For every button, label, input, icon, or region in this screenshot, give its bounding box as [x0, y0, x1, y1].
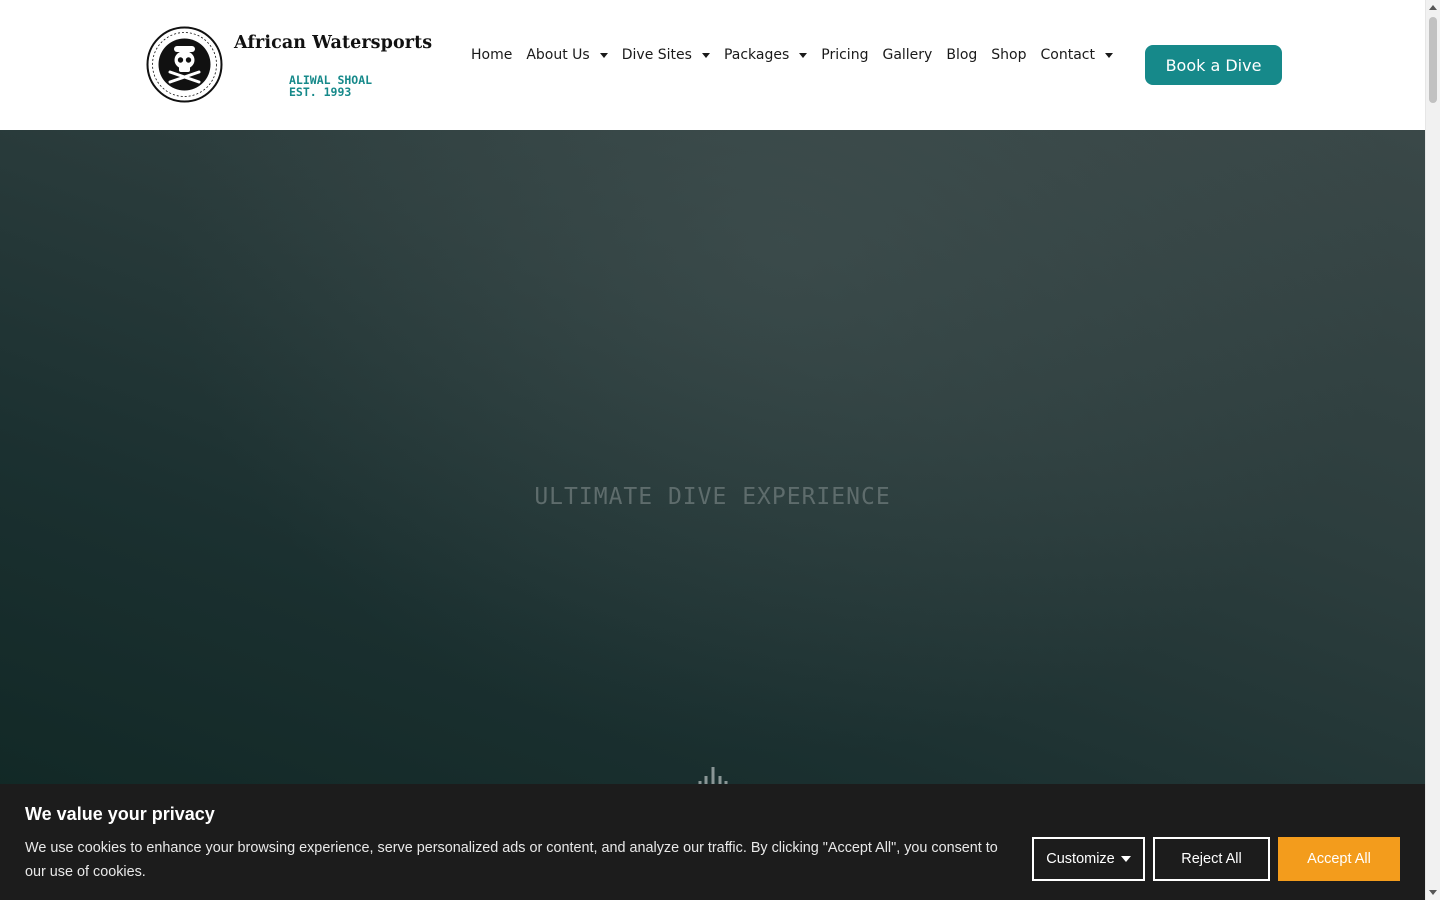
nav-label: Contact [1040, 47, 1095, 63]
nav-label: Shop [991, 47, 1027, 63]
nav-label: Blog [946, 47, 978, 63]
nav-label: Pricing [821, 47, 869, 63]
nav-item-pricing[interactable]: Pricing [821, 47, 868, 63]
nav-label: Packages [723, 47, 790, 63]
caret-down-icon[interactable] [701, 52, 710, 58]
caret-down-icon[interactable] [599, 52, 608, 58]
hero-tagline: ULTIMATE DIVE EXPERIENCE [534, 484, 891, 510]
scroll-down-arrow-icon[interactable] [1429, 890, 1437, 895]
main-nav: Home About Us Dive Sites Packages Pricin… [471, 44, 1127, 66]
nav-item-blog[interactable]: Blog [946, 47, 977, 63]
reject-all-button[interactable]: Reject All [1153, 837, 1270, 881]
site-header: African Watersports ALIWAL SHOAL EST. 19… [0, 0, 1425, 130]
scrollbar-thumb[interactable] [1429, 17, 1437, 103]
customize-button[interactable]: Customize [1032, 837, 1145, 881]
caret-down-icon[interactable] [799, 52, 808, 58]
page-scrollbar[interactable] [1425, 0, 1440, 900]
nav-item-about-us[interactable]: About Us [526, 47, 608, 63]
scroll-up-arrow-icon[interactable] [1429, 5, 1437, 10]
nav-label: Home [471, 47, 513, 63]
nav-item-dive-sites[interactable]: Dive Sites [622, 47, 710, 63]
cookie-consent-banner: We value your privacy We use cookies to … [0, 784, 1425, 900]
nav-item-packages[interactable]: Packages [723, 47, 808, 63]
nav-item-shop[interactable]: Shop [991, 47, 1026, 63]
nav-label: Gallery [882, 47, 933, 63]
caret-down-icon[interactable] [1104, 52, 1113, 58]
nav-item-contact[interactable]: Contact [1041, 47, 1113, 63]
cookie-description: We use cookies to enhance your browsing … [25, 840, 998, 880]
brand-subtitle: ALIWAL SHOAL EST. 1993 [289, 74, 409, 98]
nav-item-gallery[interactable]: Gallery [882, 47, 932, 63]
brand-established: EST. 1993 [289, 85, 352, 99]
customize-label: Customize [1046, 851, 1115, 867]
cookie-title: We value your privacy [25, 804, 215, 824]
caret-down-icon [1120, 856, 1131, 862]
ocean-protectors-logo-icon[interactable] [146, 26, 223, 103]
accept-all-button[interactable]: Accept All [1278, 837, 1400, 881]
nav-label: About Us [526, 47, 590, 63]
brand-title[interactable]: African Watersports [234, 33, 432, 53]
nav-label: Dive Sites [621, 47, 692, 63]
book-a-dive-button[interactable]: Book a Dive [1145, 45, 1282, 85]
nav-item-home[interactable]: Home [471, 47, 512, 63]
